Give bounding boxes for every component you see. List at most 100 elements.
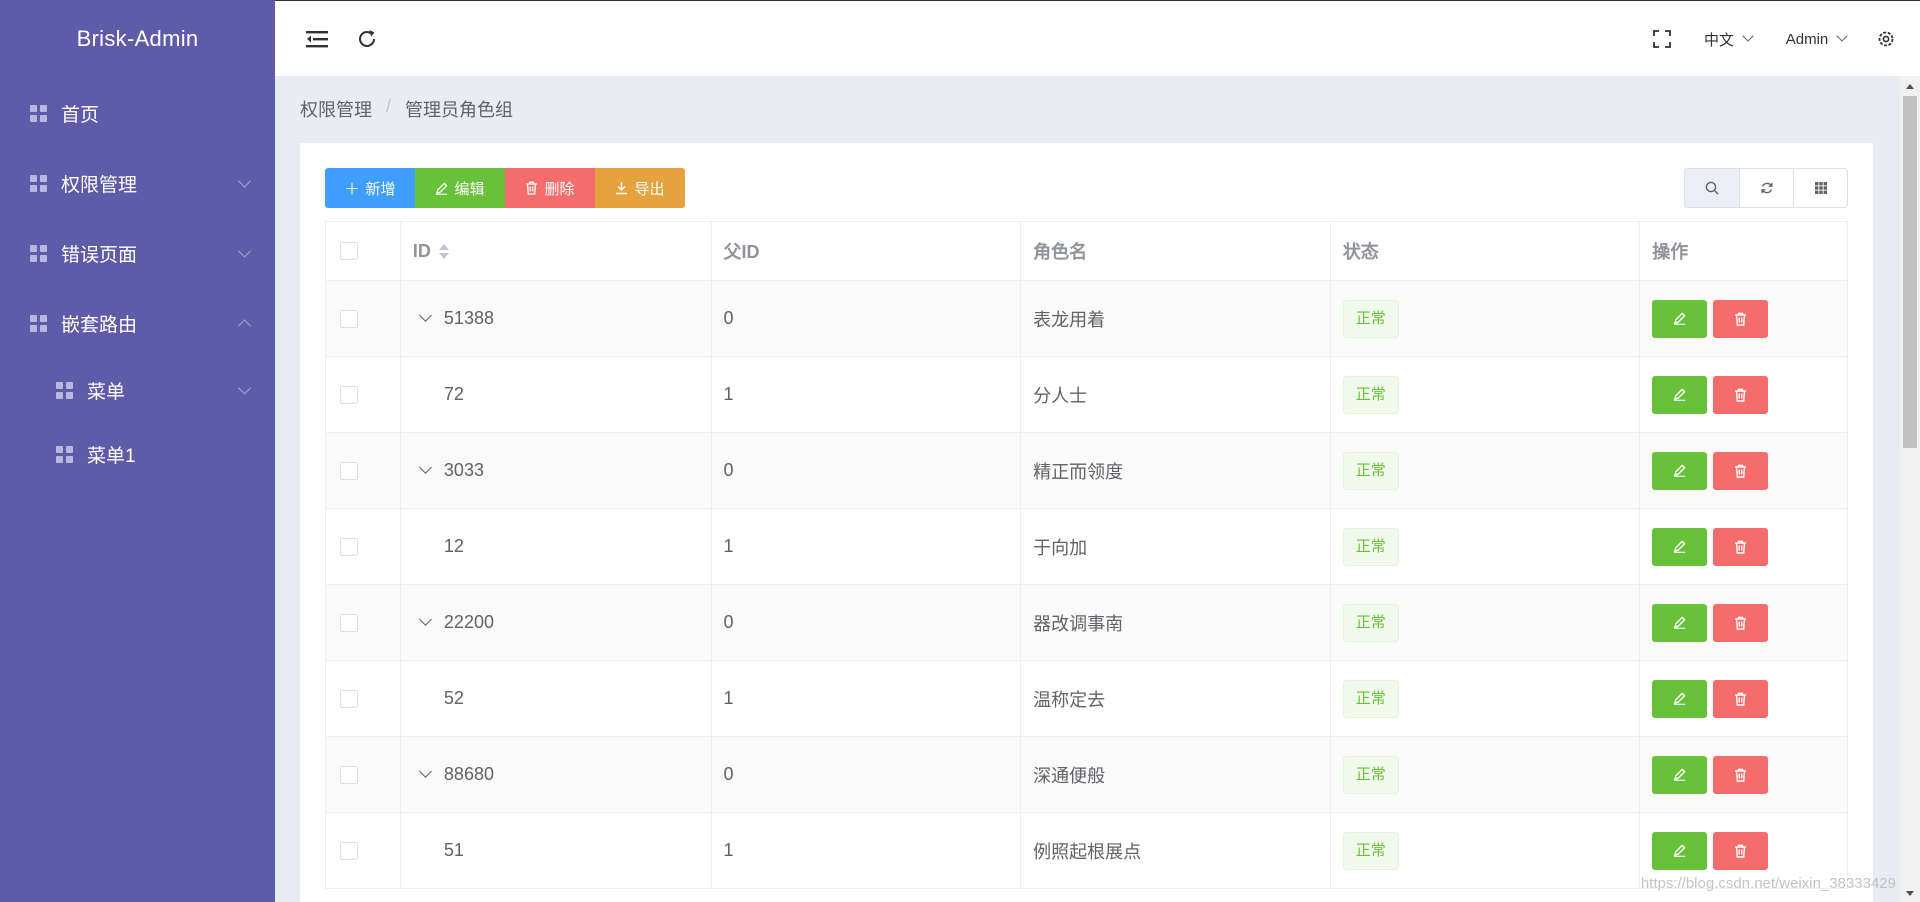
row-checkbox[interactable]: [340, 841, 358, 860]
gear-icon[interactable]: [1871, 1, 1901, 77]
role-name-cell: 于向加: [1021, 509, 1331, 584]
trash-icon: [1734, 616, 1747, 630]
row-delete-button[interactable]: [1713, 831, 1769, 870]
scroll-down-icon[interactable]: [1906, 891, 1914, 896]
row-delete-button[interactable]: [1713, 679, 1769, 718]
row-checkbox[interactable]: [340, 537, 358, 556]
scrollbar-thumb[interactable]: [1903, 96, 1917, 448]
user-dropdown[interactable]: Admin: [1780, 1, 1852, 77]
sidebar-item-home[interactable]: 首页: [0, 78, 275, 148]
select-cell: [326, 433, 401, 508]
row-checkbox[interactable]: [340, 765, 358, 784]
row-id: 88680: [443, 764, 494, 784]
chevron-down-icon[interactable]: [419, 613, 432, 626]
select-cell: [326, 357, 401, 432]
pencil-icon: [1673, 692, 1686, 705]
scroll-up-icon[interactable]: [1906, 84, 1914, 89]
sidebar-item-nested-routes[interactable]: 嵌套路由: [0, 288, 275, 358]
row-delete-button[interactable]: [1713, 299, 1769, 338]
content-card: ＋ 新增 编辑 删除 导出 ID 父ID 角色名 状态 操作 51388 0 表…: [300, 143, 1873, 902]
status-badge: 正常: [1342, 299, 1399, 338]
page-scrollbar[interactable]: [1900, 76, 1920, 902]
sort-icon[interactable]: [438, 243, 449, 259]
status-cell: 正常: [1331, 281, 1641, 356]
breadcrumb-item[interactable]: 权限管理: [300, 96, 372, 122]
row-id: 51388: [443, 308, 494, 328]
trash-icon: [1734, 692, 1747, 706]
columns-button[interactable]: [1793, 169, 1847, 207]
id-cell: 51: [401, 813, 712, 888]
status-cell: 正常: [1331, 737, 1641, 812]
parent-id-cell: 1: [712, 357, 1022, 432]
row-delete-button[interactable]: [1713, 755, 1769, 794]
row-edit-button[interactable]: [1652, 679, 1708, 718]
sidebar-item-menu[interactable]: 菜单: [0, 358, 275, 422]
search-toggle-button[interactable]: [1685, 169, 1739, 207]
refresh-icon[interactable]: [351, 1, 383, 77]
breadcrumb: 权限管理 / 管理员角色组: [300, 96, 513, 122]
header-actions: 操作: [1652, 242, 1689, 262]
actions-cell: [1640, 661, 1847, 736]
trash-icon: [1734, 540, 1747, 554]
chevron-down-icon[interactable]: [419, 309, 432, 322]
edit-button[interactable]: 编辑: [415, 168, 505, 208]
role-name-cell: 例照起根展点: [1021, 813, 1331, 888]
select-all-checkbox[interactable]: [340, 242, 358, 260]
sidebar-item-permission[interactable]: 权限管理: [0, 148, 275, 218]
row-edit-button[interactable]: [1652, 831, 1708, 870]
row-delete-button[interactable]: [1713, 375, 1769, 414]
language-dropdown[interactable]: 中文: [1698, 1, 1758, 77]
row-checkbox[interactable]: [340, 385, 358, 404]
row-edit-button[interactable]: [1652, 603, 1708, 642]
row-checkbox[interactable]: [340, 461, 358, 480]
row-delete-button[interactable]: [1713, 603, 1769, 642]
refresh-table-button[interactable]: [1739, 169, 1793, 207]
watermark: https://blog.csdn.net/weixin_38333429: [1640, 875, 1896, 892]
chevron-down-icon: [1836, 30, 1848, 42]
fullscreen-icon[interactable]: [1647, 1, 1677, 77]
export-button[interactable]: 导出: [595, 168, 685, 208]
row-edit-button[interactable]: [1652, 755, 1708, 794]
chevron-down-icon[interactable]: [419, 765, 432, 778]
sidebar-item-menu1[interactable]: 菜单1: [0, 422, 275, 486]
select-cell: [326, 509, 401, 584]
status-cell: 正常: [1331, 585, 1641, 660]
pencil-icon: [1673, 312, 1686, 325]
status-badge: 正常: [1342, 755, 1399, 794]
status-badge: 正常: [1342, 527, 1399, 566]
row-edit-button[interactable]: [1652, 375, 1708, 414]
sidebar-item-error-pages[interactable]: 错误页面: [0, 218, 275, 288]
row-edit-button[interactable]: [1652, 451, 1708, 490]
header-parent-id: 父ID: [712, 222, 1022, 280]
table-row: 12 1 于向加 正常: [326, 509, 1847, 585]
collapse-menu-icon[interactable]: [301, 1, 333, 77]
role-name-cell: 精正而领度: [1021, 433, 1331, 508]
row-checkbox[interactable]: [340, 689, 358, 708]
row-delete-button[interactable]: [1713, 527, 1769, 566]
pencil-icon: [1673, 616, 1686, 629]
table-row: 51388 0 表龙用着 正常: [326, 281, 1847, 357]
row-delete-button[interactable]: [1713, 451, 1769, 490]
row-checkbox[interactable]: [340, 309, 358, 328]
header-id[interactable]: ID: [401, 222, 712, 280]
add-button[interactable]: ＋ 新增: [325, 168, 415, 208]
search-icon: [1705, 181, 1719, 195]
select-cell: [326, 661, 401, 736]
row-id: 22200: [443, 612, 494, 632]
chevron-down-icon[interactable]: [419, 461, 432, 474]
row-edit-button[interactable]: [1652, 299, 1708, 338]
status-cell: 正常: [1331, 509, 1641, 584]
row-edit-button[interactable]: [1652, 527, 1708, 566]
status-badge: 正常: [1342, 603, 1399, 642]
select-cell: [326, 585, 401, 660]
delete-button[interactable]: 删除: [505, 168, 595, 208]
row-checkbox[interactable]: [340, 613, 358, 632]
grid-icon: [30, 314, 47, 332]
id-cell: 3033: [401, 433, 712, 508]
chevron-up-icon: [238, 319, 251, 333]
refresh-icon: [1761, 182, 1772, 194]
select-cell: [326, 281, 401, 356]
grid-icon: [30, 104, 47, 122]
status-cell: 正常: [1331, 813, 1641, 888]
sidebar-item-label: 嵌套路由: [61, 314, 138, 336]
